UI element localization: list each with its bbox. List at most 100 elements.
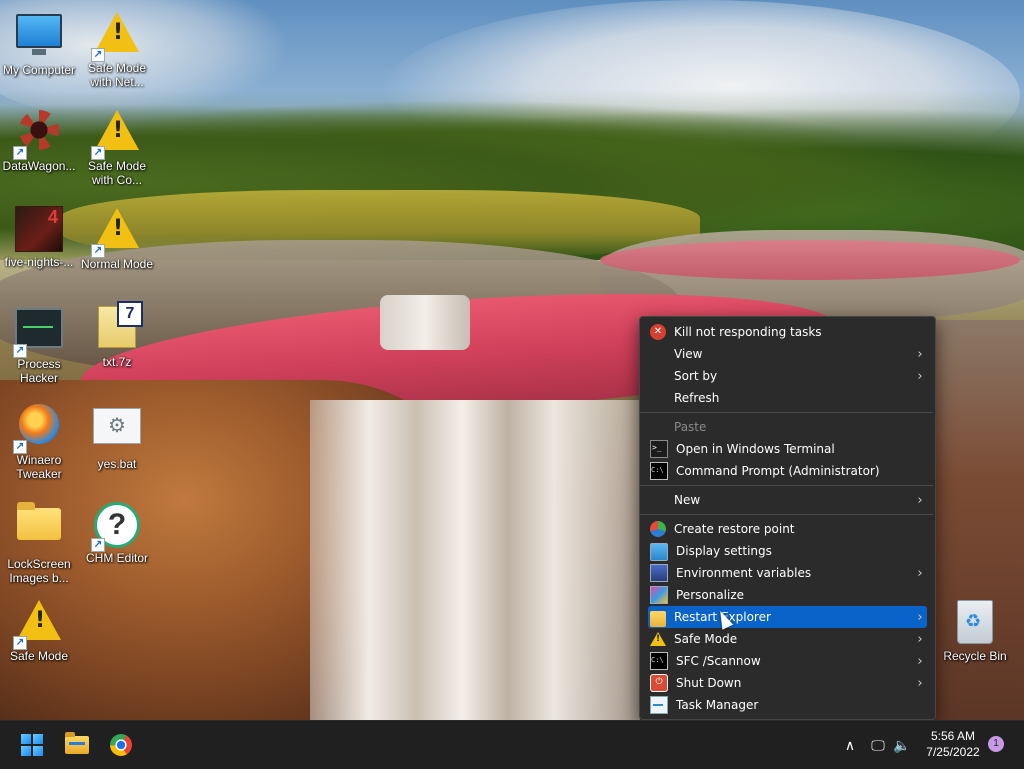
desktop-icon-label: LockScreen Images b... bbox=[7, 557, 71, 585]
menu-item-new[interactable]: New › bbox=[648, 489, 927, 511]
shortcut-arrow-icon: ↗ bbox=[13, 146, 27, 160]
menu-item-open-terminal[interactable]: >_ Open in Windows Terminal bbox=[648, 438, 927, 460]
taskbar-clock[interactable]: 5:56 AM 7/25/2022 bbox=[918, 728, 988, 760]
desktop-icon-process-hacker[interactable]: ↗ Process Hacker bbox=[0, 302, 78, 385]
winaero-icon: ↗ bbox=[13, 404, 63, 454]
batch-file-icon: ⚙ bbox=[93, 408, 141, 456]
menu-item-safe-mode[interactable]: ! Safe Mode › bbox=[648, 628, 927, 650]
menu-item-view[interactable]: View › bbox=[648, 343, 927, 365]
restore-point-icon bbox=[650, 521, 666, 537]
menu-item-refresh[interactable]: Refresh bbox=[648, 387, 927, 409]
taskbar-chrome[interactable] bbox=[104, 729, 138, 761]
warning-icon: ! ↗ bbox=[13, 600, 63, 650]
taskbar: ∧ 🖵 🔈 5:56 AM 7/25/2022 bbox=[0, 720, 1024, 769]
desktop-icon-label: Safe Mode with Co... bbox=[87, 159, 147, 187]
desktop-icon-normal-mode[interactable]: ! ↗ Normal Mode bbox=[78, 204, 156, 271]
folder-icon bbox=[65, 732, 89, 754]
wallpaper-waterfall bbox=[310, 400, 640, 720]
gear-icon: ↗ bbox=[13, 110, 63, 160]
wallpaper-red-river bbox=[600, 240, 1020, 280]
warning-icon: ! bbox=[650, 632, 666, 646]
chevron-right-icon: › bbox=[917, 631, 923, 647]
task-manager-icon bbox=[650, 696, 668, 714]
desktop-icon-label: Safe Mode bbox=[9, 649, 69, 663]
volume-icon: 🔈 bbox=[893, 736, 911, 753]
menu-item-sort-by[interactable]: Sort by › bbox=[648, 365, 927, 387]
power-icon: ⏻ bbox=[650, 674, 668, 692]
clock-date: 7/25/2022 bbox=[926, 745, 980, 759]
desktop-icon-recycle-bin[interactable]: ♻ Recycle Bin bbox=[936, 596, 1014, 663]
menu-item-command-prompt-admin[interactable]: C:\ Command Prompt (Administrator) bbox=[648, 460, 927, 482]
menu-item-restart-explorer[interactable]: Restart Explorer › bbox=[648, 606, 927, 628]
chevron-right-icon: › bbox=[917, 675, 923, 691]
warning-icon: ! ↗ bbox=[91, 12, 141, 62]
desktop-icon-label: Recycle Bin bbox=[943, 649, 1007, 663]
desktop-icon-label: DataWagon... bbox=[2, 159, 76, 173]
chevron-right-icon: › bbox=[917, 565, 923, 581]
menu-item-environment-variables[interactable]: Environment variables › bbox=[648, 562, 927, 584]
display-icon bbox=[650, 543, 668, 561]
folder-icon bbox=[650, 610, 666, 627]
menu-item-personalize[interactable]: Personalize bbox=[648, 584, 927, 606]
terminal-icon: >_ bbox=[650, 440, 668, 458]
menu-item-kill-tasks[interactable]: ✕ Kill not responding tasks bbox=[648, 321, 927, 343]
menu-item-sfc-scannow[interactable]: C:\ SFC /Scannow › bbox=[648, 650, 927, 672]
menu-separator bbox=[640, 412, 933, 413]
computer-icon bbox=[15, 14, 63, 62]
recycle-bin-icon: ♻ bbox=[951, 600, 999, 648]
warning-icon: ! ↗ bbox=[91, 208, 141, 258]
desktop-icon-lockscreen-images[interactable]: LockScreen Images b... bbox=[0, 498, 78, 585]
shortcut-arrow-icon: ↗ bbox=[91, 244, 105, 258]
desktop-icon-label: yes.bat bbox=[97, 457, 137, 471]
desktop-icon-safe-mode[interactable]: ! ↗ Safe Mode bbox=[0, 596, 78, 663]
shortcut-arrow-icon: ↗ bbox=[13, 440, 27, 454]
desktop-icon-label: My Computer bbox=[2, 63, 76, 77]
help-icon: ? ↗ bbox=[91, 502, 141, 552]
show-hidden-icons-button[interactable]: ∧ bbox=[840, 721, 860, 769]
desktop-icon-safe-mode-network[interactable]: ! ↗ Safe Mode with Net... bbox=[78, 8, 156, 89]
command-prompt-icon: C:\ bbox=[650, 652, 668, 670]
chevron-up-icon: ∧ bbox=[844, 736, 856, 753]
process-hacker-icon: ↗ bbox=[13, 308, 63, 358]
desktop-icon-my-computer[interactable]: My Computer bbox=[0, 8, 78, 77]
windows-logo-icon bbox=[21, 734, 43, 756]
clock-time: 5:56 AM bbox=[930, 729, 976, 743]
desktop-icon-txt-7z[interactable]: 7 txt.7z bbox=[78, 301, 156, 369]
start-button[interactable] bbox=[15, 729, 49, 761]
menu-item-task-manager[interactable]: Task Manager bbox=[648, 694, 927, 716]
taskbar-file-explorer[interactable] bbox=[60, 729, 94, 761]
environment-icon bbox=[650, 564, 668, 582]
desktop-icon-safe-mode-command[interactable]: ! ↗ Safe Mode with Co... bbox=[78, 106, 156, 187]
network-button[interactable]: 🖵 bbox=[868, 721, 888, 769]
chevron-right-icon: › bbox=[917, 653, 923, 669]
desktop-icon-label: five-nights-... bbox=[4, 255, 74, 269]
desktop-icon-label: CHM Editor bbox=[85, 551, 148, 565]
desktop-icon-yes-bat[interactable]: ⚙ yes.bat bbox=[78, 400, 156, 471]
desktop-icon-label: Safe Mode with Net... bbox=[87, 61, 147, 89]
menu-item-display-settings[interactable]: Display settings bbox=[648, 540, 927, 562]
shortcut-arrow-icon: ↗ bbox=[91, 538, 105, 552]
notification-badge[interactable]: 1 bbox=[988, 736, 1004, 752]
shortcut-arrow-icon: ↗ bbox=[91, 48, 105, 62]
desktop-icon-winaero-tweaker[interactable]: ↗ Winaero Tweaker bbox=[0, 400, 78, 481]
shortcut-arrow-icon: ↗ bbox=[13, 344, 27, 358]
chevron-right-icon: › bbox=[917, 368, 923, 384]
chevron-right-icon: › bbox=[917, 609, 923, 625]
wallpaper-waterfall bbox=[380, 295, 470, 350]
desktop-icon-label: Winaero Tweaker bbox=[16, 453, 62, 481]
chevron-right-icon: › bbox=[917, 346, 923, 362]
desktop-icon-label: txt.7z bbox=[102, 355, 132, 369]
desktop-icon-five-nights[interactable]: 4 five-nights-... bbox=[0, 204, 78, 269]
desktop-icon-datawagon[interactable]: ↗ DataWagon... bbox=[0, 106, 78, 173]
network-icon: 🖵 bbox=[871, 736, 885, 753]
game-icon: 4 bbox=[15, 206, 63, 254]
menu-item-paste: Paste bbox=[674, 420, 707, 434]
desktop-icon-chm-editor[interactable]: ? ↗ CHM Editor bbox=[78, 498, 156, 565]
warning-icon: ! ↗ bbox=[91, 110, 141, 160]
command-prompt-icon: C:\ bbox=[650, 462, 668, 480]
menu-item-create-restore-point[interactable]: Create restore point bbox=[648, 518, 927, 540]
volume-button[interactable]: 🔈 bbox=[892, 721, 912, 769]
desktop-icon-label: Process Hacker bbox=[17, 357, 61, 385]
menu-separator bbox=[640, 514, 933, 515]
menu-item-shut-down[interactable]: ⏻ Shut Down › bbox=[648, 672, 927, 694]
